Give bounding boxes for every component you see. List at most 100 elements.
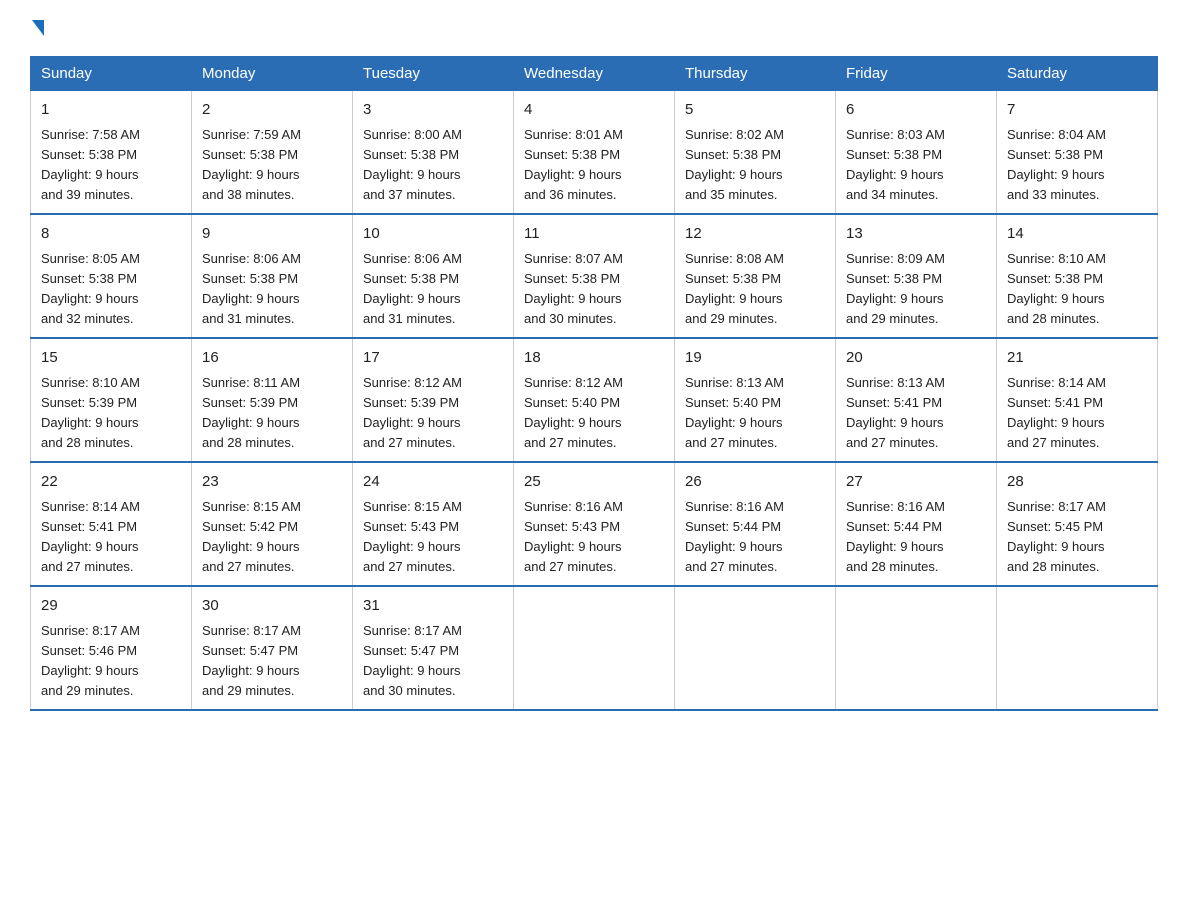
calendar-cell: 20Sunrise: 8:13 AMSunset: 5:41 PMDayligh… bbox=[836, 338, 997, 462]
calendar-cell: 31 Sunrise: 8:17 AMSunset: 5:47 PMDayligh… bbox=[353, 586, 514, 710]
day-number: 28 bbox=[1007, 471, 1147, 494]
day-number: 26 bbox=[685, 471, 825, 494]
calendar-cell: 17 Sunrise: 8:12 AMSunset: 5:39 PMDayligh… bbox=[353, 338, 514, 462]
calendar-cell: 15Sunrise: 8:10 AMSunset: 5:39 PMDayligh… bbox=[31, 338, 192, 462]
calendar-cell bbox=[675, 586, 836, 710]
day-number: 10 bbox=[363, 223, 503, 246]
day-number: 8 bbox=[41, 223, 181, 246]
day-info: Sunrise: 8:04 AMSunset: 5:38 PMDaylight:… bbox=[1007, 125, 1147, 206]
day-info: Sunrise: 8:17 AMSunset: 5:47 PMDaylight:… bbox=[202, 621, 342, 702]
day-info: Sunrise: 8:13 AMSunset: 5:40 PMDaylight:… bbox=[685, 373, 825, 454]
logo-arrow-icon bbox=[32, 20, 44, 36]
calendar-cell: 16 Sunrise: 8:11 AMSunset: 5:39 PMDayligh… bbox=[192, 338, 353, 462]
day-number: 4 bbox=[524, 99, 664, 122]
col-header-saturday: Saturday bbox=[997, 57, 1158, 91]
calendar-cell: 12 Sunrise: 8:08 AMSunset: 5:38 PMDayligh… bbox=[675, 214, 836, 338]
day-number: 11 bbox=[524, 223, 664, 246]
day-number: 5 bbox=[685, 99, 825, 122]
calendar-cell: 1 Sunrise: 7:58 AMSunset: 5:38 PMDaylight… bbox=[31, 91, 192, 215]
day-number: 17 bbox=[363, 347, 503, 370]
day-number: 27 bbox=[846, 471, 986, 494]
day-info: Sunrise: 8:15 AMSunset: 5:43 PMDaylight:… bbox=[363, 497, 503, 578]
day-number: 12 bbox=[685, 223, 825, 246]
day-info: Sunrise: 8:11 AMSunset: 5:39 PMDaylight:… bbox=[202, 373, 342, 454]
day-info: Sunrise: 8:05 AMSunset: 5:38 PMDaylight:… bbox=[41, 249, 181, 330]
day-number: 18 bbox=[524, 347, 664, 370]
page-header bbox=[30, 20, 1158, 36]
day-info: Sunrise: 8:17 AMSunset: 5:47 PMDaylight:… bbox=[363, 621, 503, 702]
calendar-cell: 13 Sunrise: 8:09 AMSunset: 5:38 PMDayligh… bbox=[836, 214, 997, 338]
day-info: Sunrise: 8:14 AMSunset: 5:41 PMDaylight:… bbox=[1007, 373, 1147, 454]
calendar-week-row: 15Sunrise: 8:10 AMSunset: 5:39 PMDayligh… bbox=[31, 338, 1158, 462]
day-info: Sunrise: 8:16 AMSunset: 5:43 PMDaylight:… bbox=[524, 497, 664, 578]
col-header-sunday: Sunday bbox=[31, 57, 192, 91]
day-info: Sunrise: 8:15 AMSunset: 5:42 PMDaylight:… bbox=[202, 497, 342, 578]
calendar-cell: 14Sunrise: 8:10 AMSunset: 5:38 PMDayligh… bbox=[997, 214, 1158, 338]
col-header-tuesday: Tuesday bbox=[353, 57, 514, 91]
calendar-table: SundayMondayTuesdayWednesdayThursdayFrid… bbox=[30, 56, 1158, 711]
calendar-week-row: 8 Sunrise: 8:05 AMSunset: 5:38 PMDaylight… bbox=[31, 214, 1158, 338]
col-header-thursday: Thursday bbox=[675, 57, 836, 91]
calendar-cell: 10 Sunrise: 8:06 AMSunset: 5:38 PMDayligh… bbox=[353, 214, 514, 338]
calendar-cell: 22 Sunrise: 8:14 AMSunset: 5:41 PMDayligh… bbox=[31, 462, 192, 586]
day-number: 1 bbox=[41, 99, 181, 122]
day-number: 2 bbox=[202, 99, 342, 122]
calendar-cell: 18 Sunrise: 8:12 AMSunset: 5:40 PMDayligh… bbox=[514, 338, 675, 462]
day-info: Sunrise: 8:17 AMSunset: 5:46 PMDaylight:… bbox=[41, 621, 181, 702]
calendar-cell: 24Sunrise: 8:15 AMSunset: 5:43 PMDayligh… bbox=[353, 462, 514, 586]
calendar-cell: 27 Sunrise: 8:16 AMSunset: 5:44 PMDayligh… bbox=[836, 462, 997, 586]
calendar-cell: 19 Sunrise: 8:13 AMSunset: 5:40 PMDayligh… bbox=[675, 338, 836, 462]
day-info: Sunrise: 8:09 AMSunset: 5:38 PMDaylight:… bbox=[846, 249, 986, 330]
day-info: Sunrise: 8:12 AMSunset: 5:40 PMDaylight:… bbox=[524, 373, 664, 454]
day-info: Sunrise: 8:16 AMSunset: 5:44 PMDaylight:… bbox=[846, 497, 986, 578]
day-info: Sunrise: 8:17 AMSunset: 5:45 PMDaylight:… bbox=[1007, 497, 1147, 578]
calendar-week-row: 29 Sunrise: 8:17 AMSunset: 5:46 PMDayligh… bbox=[31, 586, 1158, 710]
day-number: 13 bbox=[846, 223, 986, 246]
calendar-week-row: 22 Sunrise: 8:14 AMSunset: 5:41 PMDayligh… bbox=[31, 462, 1158, 586]
day-number: 29 bbox=[41, 595, 181, 618]
day-info: Sunrise: 8:01 AMSunset: 5:38 PMDaylight:… bbox=[524, 125, 664, 206]
day-info: Sunrise: 8:14 AMSunset: 5:41 PMDaylight:… bbox=[41, 497, 181, 578]
day-number: 19 bbox=[685, 347, 825, 370]
day-info: Sunrise: 8:10 AMSunset: 5:38 PMDaylight:… bbox=[1007, 249, 1147, 330]
day-info: Sunrise: 8:08 AMSunset: 5:38 PMDaylight:… bbox=[685, 249, 825, 330]
calendar-cell: 29 Sunrise: 8:17 AMSunset: 5:46 PMDayligh… bbox=[31, 586, 192, 710]
day-number: 21 bbox=[1007, 347, 1147, 370]
day-info: Sunrise: 7:58 AMSunset: 5:38 PMDaylight:… bbox=[41, 125, 181, 206]
day-number: 3 bbox=[363, 99, 503, 122]
col-header-friday: Friday bbox=[836, 57, 997, 91]
col-header-wednesday: Wednesday bbox=[514, 57, 675, 91]
day-number: 31 bbox=[363, 595, 503, 618]
logo bbox=[30, 20, 44, 36]
day-info: Sunrise: 8:02 AMSunset: 5:38 PMDaylight:… bbox=[685, 125, 825, 206]
calendar-cell: 7 Sunrise: 8:04 AMSunset: 5:38 PMDaylight… bbox=[997, 91, 1158, 215]
day-info: Sunrise: 8:03 AMSunset: 5:38 PMDaylight:… bbox=[846, 125, 986, 206]
calendar-cell: 2 Sunrise: 7:59 AMSunset: 5:38 PMDaylight… bbox=[192, 91, 353, 215]
day-number: 16 bbox=[202, 347, 342, 370]
day-info: Sunrise: 8:06 AMSunset: 5:38 PMDaylight:… bbox=[363, 249, 503, 330]
calendar-cell bbox=[997, 586, 1158, 710]
day-number: 22 bbox=[41, 471, 181, 494]
day-info: Sunrise: 8:06 AMSunset: 5:38 PMDaylight:… bbox=[202, 249, 342, 330]
calendar-cell: 4 Sunrise: 8:01 AMSunset: 5:38 PMDaylight… bbox=[514, 91, 675, 215]
day-number: 25 bbox=[524, 471, 664, 494]
day-info: Sunrise: 7:59 AMSunset: 5:38 PMDaylight:… bbox=[202, 125, 342, 206]
day-info: Sunrise: 8:16 AMSunset: 5:44 PMDaylight:… bbox=[685, 497, 825, 578]
day-info: Sunrise: 8:12 AMSunset: 5:39 PMDaylight:… bbox=[363, 373, 503, 454]
calendar-cell: 25 Sunrise: 8:16 AMSunset: 5:43 PMDayligh… bbox=[514, 462, 675, 586]
day-info: Sunrise: 8:10 AMSunset: 5:39 PMDaylight:… bbox=[41, 373, 181, 454]
day-number: 23 bbox=[202, 471, 342, 494]
day-info: Sunrise: 8:13 AMSunset: 5:41 PMDaylight:… bbox=[846, 373, 986, 454]
calendar-cell bbox=[836, 586, 997, 710]
calendar-cell: 6 Sunrise: 8:03 AMSunset: 5:38 PMDaylight… bbox=[836, 91, 997, 215]
col-header-monday: Monday bbox=[192, 57, 353, 91]
calendar-cell: 30Sunrise: 8:17 AMSunset: 5:47 PMDayligh… bbox=[192, 586, 353, 710]
calendar-cell: 9Sunrise: 8:06 AMSunset: 5:38 PMDaylight… bbox=[192, 214, 353, 338]
calendar-cell: 28 Sunrise: 8:17 AMSunset: 5:45 PMDayligh… bbox=[997, 462, 1158, 586]
day-number: 7 bbox=[1007, 99, 1147, 122]
calendar-cell: 3Sunrise: 8:00 AMSunset: 5:38 PMDaylight… bbox=[353, 91, 514, 215]
calendar-cell: 8 Sunrise: 8:05 AMSunset: 5:38 PMDaylight… bbox=[31, 214, 192, 338]
day-number: 6 bbox=[846, 99, 986, 122]
day-info: Sunrise: 8:07 AMSunset: 5:38 PMDaylight:… bbox=[524, 249, 664, 330]
calendar-cell: 21 Sunrise: 8:14 AMSunset: 5:41 PMDayligh… bbox=[997, 338, 1158, 462]
